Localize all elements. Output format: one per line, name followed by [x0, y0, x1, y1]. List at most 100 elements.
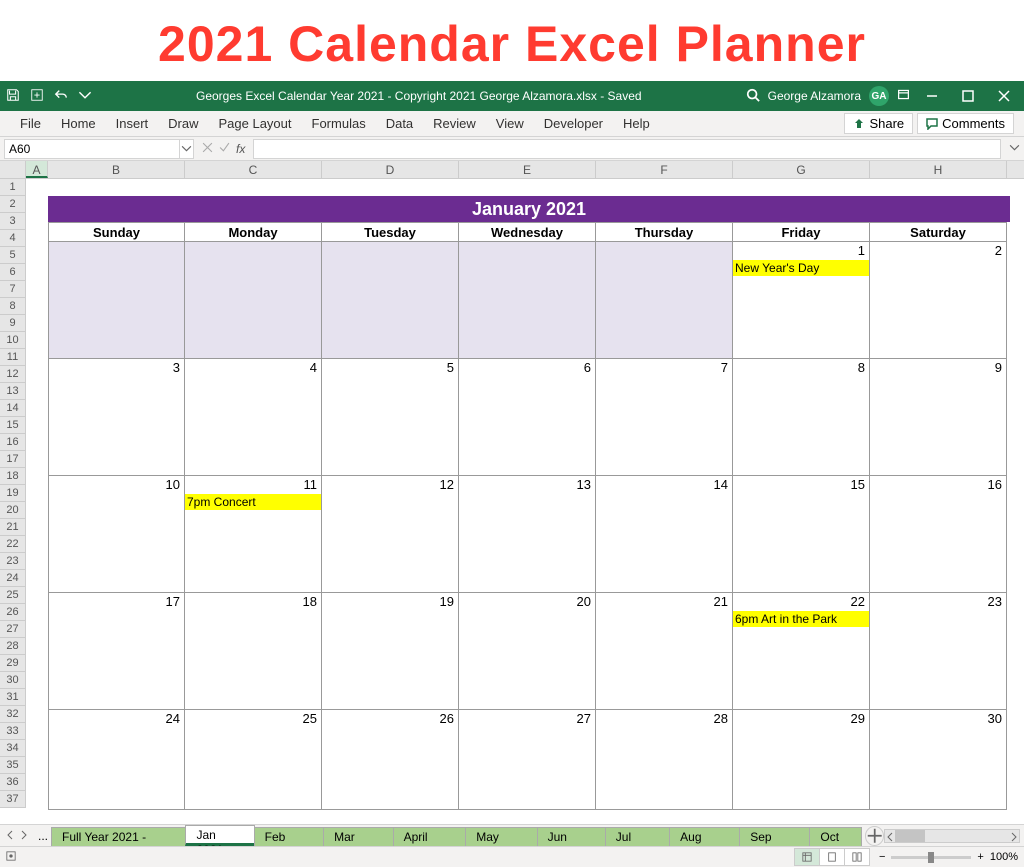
calendar-day-cell[interactable]: 13: [459, 476, 596, 593]
maximize-button[interactable]: [954, 90, 982, 102]
calendar-day-cell[interactable]: 7: [596, 359, 733, 476]
calendar-day-cell[interactable]: 5: [322, 359, 459, 476]
row-header-7[interactable]: 7: [0, 281, 25, 298]
row-header-34[interactable]: 34: [0, 740, 25, 757]
namebox-dropdown-icon[interactable]: [180, 139, 194, 159]
minimize-button[interactable]: [918, 90, 946, 102]
row-header-26[interactable]: 26: [0, 604, 25, 621]
calendar-day-cell[interactable]: 12: [322, 476, 459, 593]
calendar-day-cell[interactable]: [459, 242, 596, 359]
row-header-32[interactable]: 32: [0, 706, 25, 723]
sheet-tab-jul-2021[interactable]: Jul 2021: [605, 827, 670, 846]
row-header-8[interactable]: 8: [0, 298, 25, 315]
column-header-B[interactable]: B: [48, 161, 185, 178]
ribbon-tab-draw[interactable]: Draw: [158, 116, 208, 131]
undo-icon[interactable]: [54, 88, 68, 105]
ribbon-tab-file[interactable]: File: [10, 116, 51, 131]
normal-view-button[interactable]: [794, 848, 820, 866]
horizontal-scrollbar[interactable]: [884, 829, 1020, 843]
row-header-33[interactable]: 33: [0, 723, 25, 740]
calendar-day-cell[interactable]: 19: [322, 593, 459, 710]
zoom-in-button[interactable]: +: [977, 851, 983, 863]
row-header-20[interactable]: 20: [0, 502, 25, 519]
row-header-28[interactable]: 28: [0, 638, 25, 655]
row-header-2[interactable]: 2: [0, 196, 25, 213]
column-header-E[interactable]: E: [459, 161, 596, 178]
tab-prev-icon[interactable]: [6, 829, 14, 843]
row-header-5[interactable]: 5: [0, 247, 25, 264]
calendar-day-cell[interactable]: 1New Year's Day: [733, 242, 870, 359]
ribbon-tab-page-layout[interactable]: Page Layout: [209, 116, 302, 131]
row-header-19[interactable]: 19: [0, 485, 25, 502]
calendar-day-cell[interactable]: 226pm Art in the Park: [733, 593, 870, 710]
calendar-day-cell[interactable]: 117pm Concert: [185, 476, 322, 593]
save-icon[interactable]: [6, 88, 20, 105]
autosave-icon[interactable]: [30, 88, 44, 105]
ribbon-options-icon[interactable]: [897, 88, 910, 104]
calendar-day-cell[interactable]: 9: [870, 359, 1007, 476]
tab-next-icon[interactable]: [20, 829, 28, 843]
scroll-right-icon[interactable]: [1011, 831, 1017, 845]
calendar-day-cell[interactable]: 25: [185, 710, 322, 810]
row-header-13[interactable]: 13: [0, 383, 25, 400]
zoom-slider[interactable]: [891, 856, 971, 859]
sheet-tab-april-2021[interactable]: April 2021: [393, 827, 467, 846]
sheet-tab-oct-[interactable]: Oct ...: [809, 827, 862, 846]
name-box[interactable]: [4, 139, 180, 159]
row-header-9[interactable]: 9: [0, 315, 25, 332]
zoom-out-button[interactable]: −: [879, 851, 885, 863]
calendar-event[interactable]: 7pm Concert: [185, 494, 321, 510]
ribbon-tab-developer[interactable]: Developer: [534, 116, 613, 131]
calendar-day-cell[interactable]: [322, 242, 459, 359]
select-all-triangle[interactable]: [0, 161, 26, 179]
row-header-37[interactable]: 37: [0, 791, 25, 808]
sheet-tab-feb-2021[interactable]: Feb 2021: [254, 827, 324, 846]
new-sheet-button[interactable]: [865, 826, 884, 846]
row-header-14[interactable]: 14: [0, 400, 25, 417]
row-header-36[interactable]: 36: [0, 774, 25, 791]
row-header-18[interactable]: 18: [0, 468, 25, 485]
calendar-day-cell[interactable]: [48, 242, 185, 359]
column-header-H[interactable]: H: [870, 161, 1007, 178]
row-header-35[interactable]: 35: [0, 757, 25, 774]
sheet-tab-sep-2021[interactable]: Sep 2021: [739, 827, 810, 846]
calendar-day-cell[interactable]: 10: [48, 476, 185, 593]
calendar-day-cell[interactable]: 17: [48, 593, 185, 710]
row-header-27[interactable]: 27: [0, 621, 25, 638]
column-header-C[interactable]: C: [185, 161, 322, 178]
sheet-tab-full-year-2021-notes[interactable]: Full Year 2021 - Notes: [51, 827, 186, 846]
share-button[interactable]: Share: [844, 113, 913, 134]
row-header-24[interactable]: 24: [0, 570, 25, 587]
row-header-6[interactable]: 6: [0, 264, 25, 281]
column-header-A[interactable]: A: [26, 161, 48, 178]
calendar-day-cell[interactable]: 14: [596, 476, 733, 593]
row-header-12[interactable]: 12: [0, 366, 25, 383]
column-header-F[interactable]: F: [596, 161, 733, 178]
calendar-day-cell[interactable]: 29: [733, 710, 870, 810]
sheet-tab-jan-2021[interactable]: Jan 2021: [185, 825, 254, 846]
calendar-day-cell[interactable]: 24: [48, 710, 185, 810]
calendar-day-cell[interactable]: [596, 242, 733, 359]
user-name[interactable]: George Alzamora: [768, 89, 861, 103]
calendar-day-cell[interactable]: 26: [322, 710, 459, 810]
row-header-4[interactable]: 4: [0, 230, 25, 247]
calendar-day-cell[interactable]: 27: [459, 710, 596, 810]
calendar-day-cell[interactable]: 8: [733, 359, 870, 476]
row-header-21[interactable]: 21: [0, 519, 25, 536]
row-header-11[interactable]: 11: [0, 349, 25, 366]
ribbon-tab-insert[interactable]: Insert: [106, 116, 159, 131]
column-header-G[interactable]: G: [733, 161, 870, 178]
zoom-level[interactable]: 100%: [990, 851, 1018, 863]
sheet-tab-jun-2021[interactable]: Jun 2021: [537, 827, 606, 846]
calendar-day-cell[interactable]: 30: [870, 710, 1007, 810]
calendar-day-cell[interactable]: 4: [185, 359, 322, 476]
calendar-day-cell[interactable]: 18: [185, 593, 322, 710]
row-header-16[interactable]: 16: [0, 434, 25, 451]
column-header-D[interactable]: D: [322, 161, 459, 178]
calendar-day-cell[interactable]: 28: [596, 710, 733, 810]
scroll-left-icon[interactable]: [887, 831, 893, 845]
calendar-event[interactable]: New Year's Day: [733, 260, 869, 276]
spreadsheet-grid[interactable]: ABCDEFGH 1234567891011121314151617181920…: [0, 161, 1024, 811]
formula-input[interactable]: [253, 139, 1001, 159]
ribbon-tab-formulas[interactable]: Formulas: [302, 116, 376, 131]
